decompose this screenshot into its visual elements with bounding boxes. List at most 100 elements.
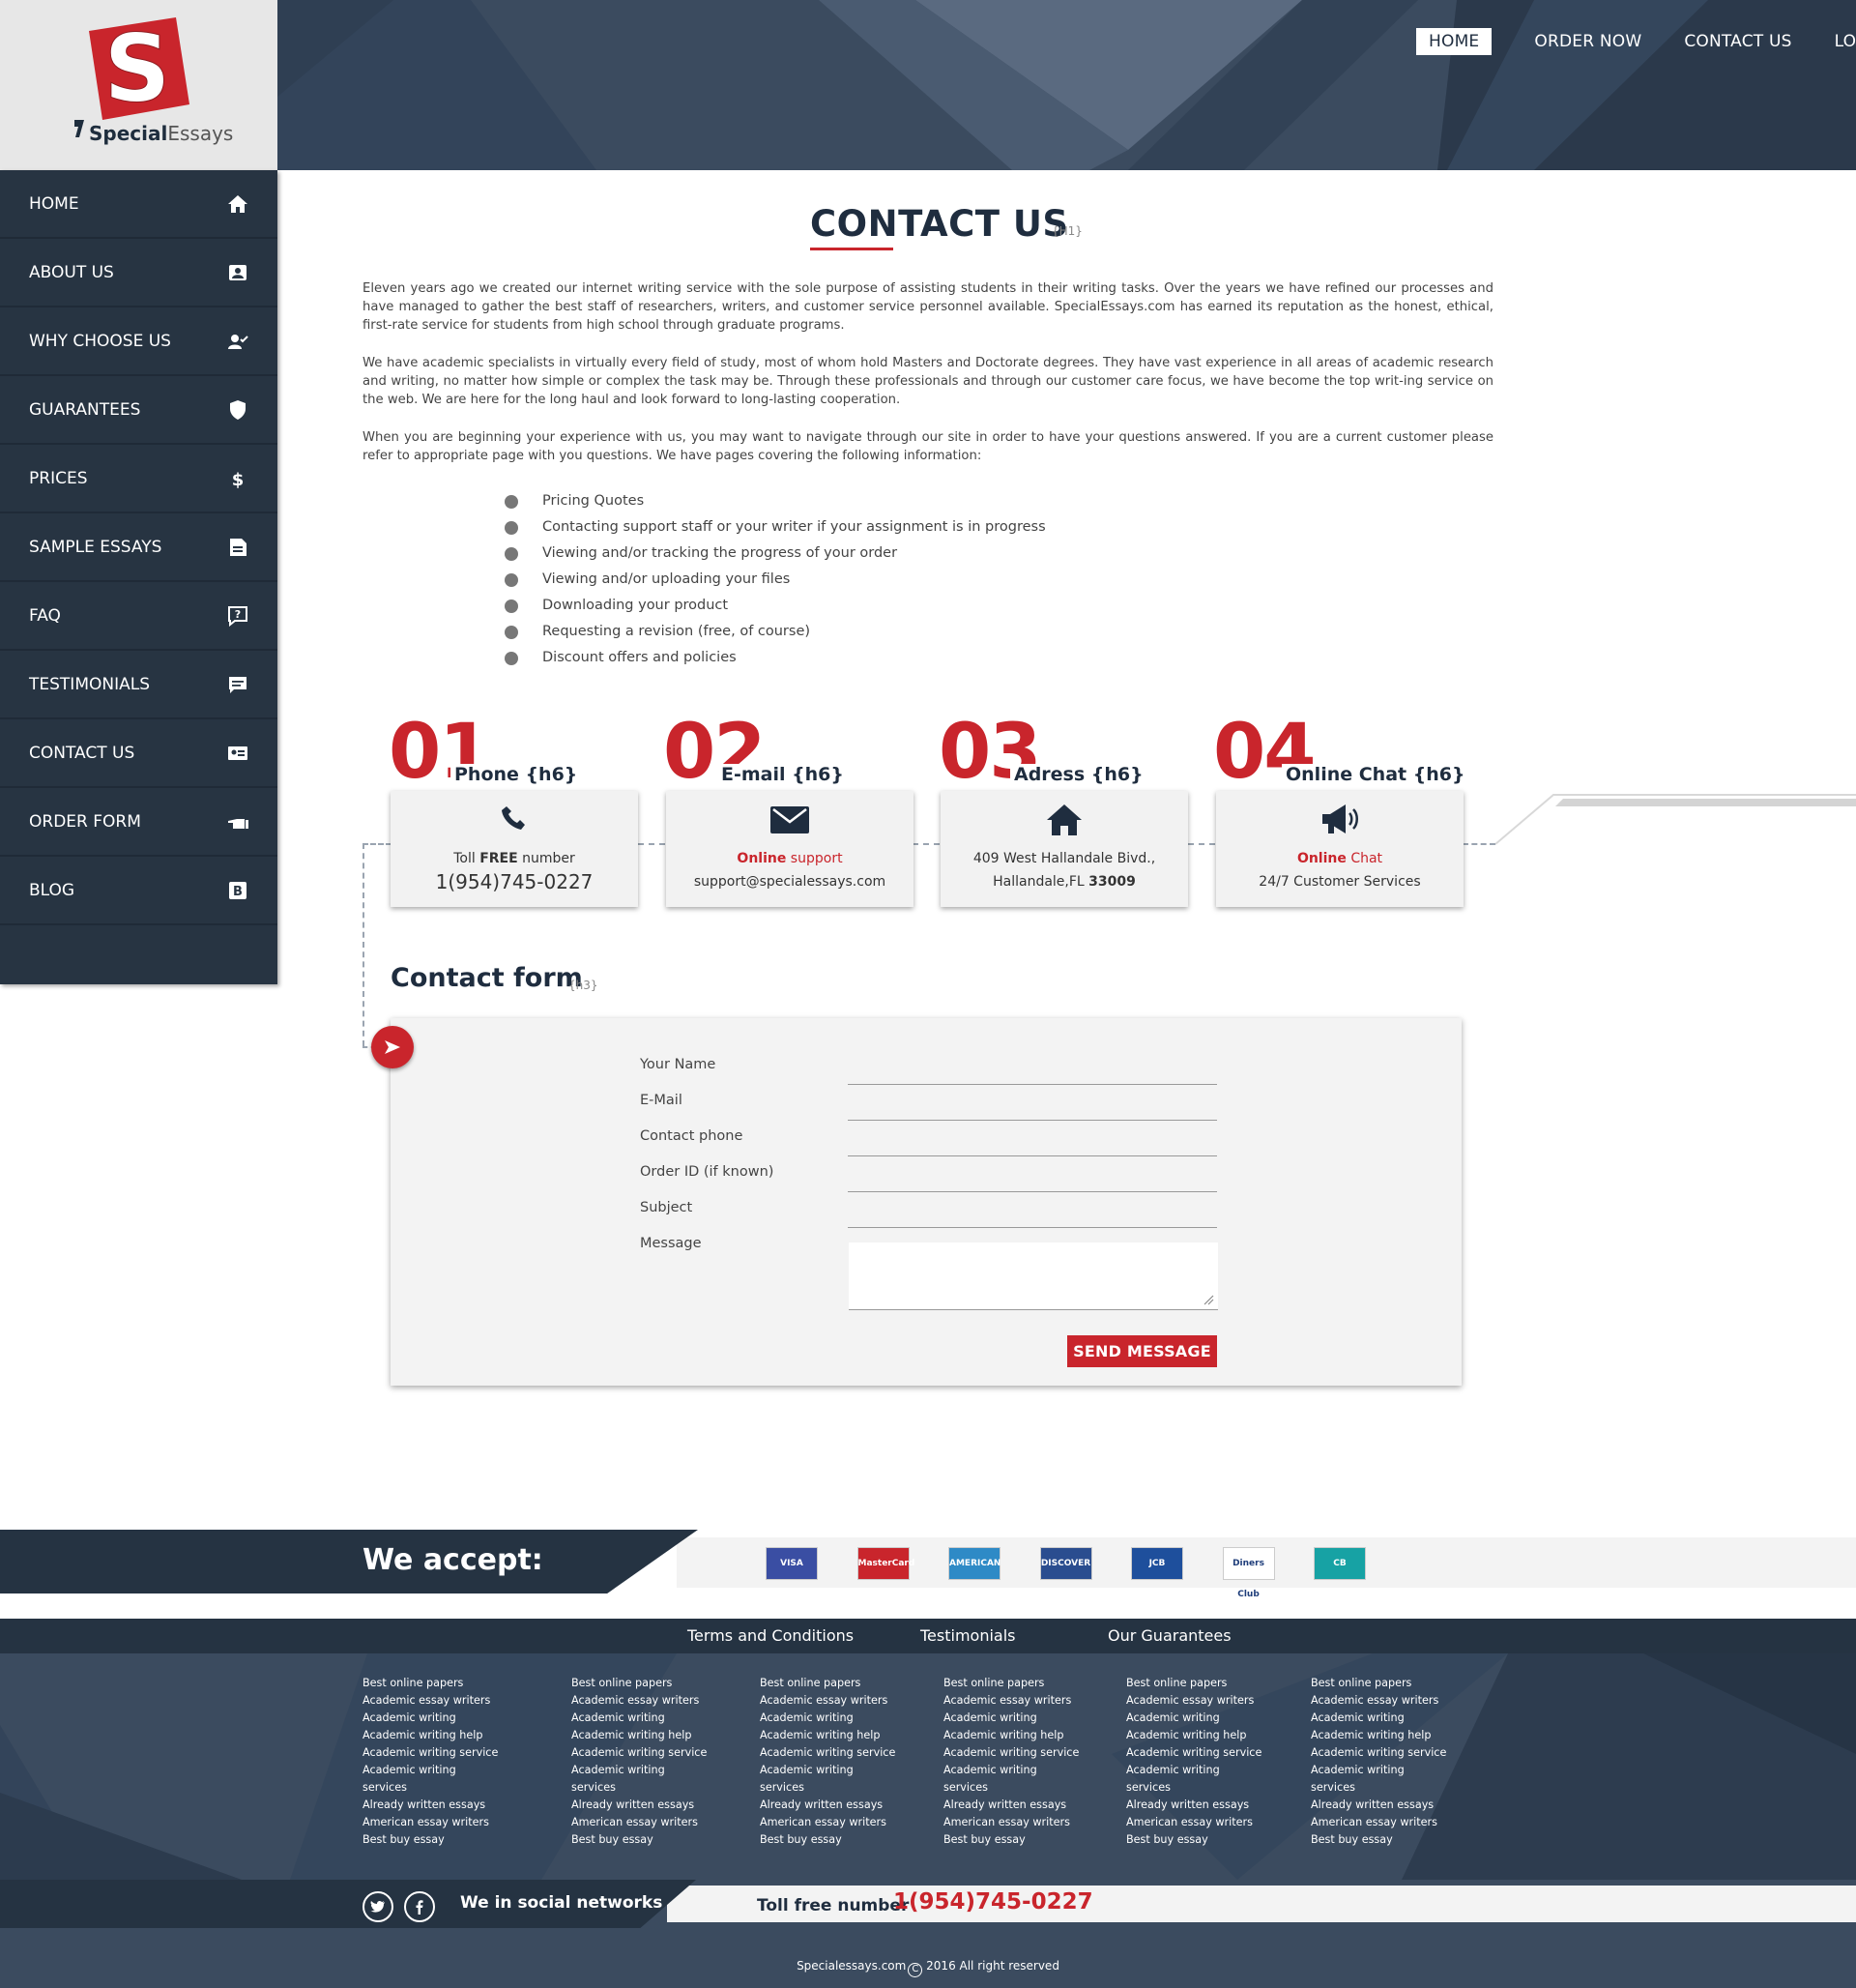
send-message-button[interactable]: SEND MESSAGE: [1067, 1335, 1217, 1367]
footer-link[interactable]: American essay writers: [362, 1814, 498, 1831]
footer-link[interactable]: Academic writing: [760, 1762, 895, 1779]
footer-link[interactable]: Academic essay writers: [1311, 1692, 1446, 1710]
footer-link[interactable]: Academic essay writers: [362, 1692, 498, 1710]
sidebar-item-contact-us[interactable]: CONTACT US: [0, 719, 277, 788]
footer-link[interactable]: Academic writing service: [943, 1744, 1079, 1762]
footer-link[interactable]: Academic writing: [571, 1762, 707, 1779]
footer-column: Best online papers Academic essay writers…: [362, 1675, 498, 1849]
subject-input[interactable]: [848, 1214, 1217, 1228]
footer-link[interactable]: Academic writing help: [760, 1727, 895, 1744]
footer-link[interactable]: Already written essays: [943, 1797, 1079, 1814]
footer-link[interactable]: Academic writing service: [1311, 1744, 1446, 1762]
footer-link[interactable]: services: [760, 1779, 895, 1797]
footer-link[interactable]: services: [1126, 1779, 1262, 1797]
order-id-input[interactable]: [848, 1179, 1217, 1192]
footer-link[interactable]: American essay writers: [760, 1814, 895, 1831]
footer-link[interactable]: Academic writing help: [571, 1727, 707, 1744]
footer-link[interactable]: Academic writing service: [760, 1744, 895, 1762]
footer-link[interactable]: services: [571, 1779, 707, 1797]
footer-link[interactable]: Best buy essay: [1311, 1831, 1446, 1849]
footer-link[interactable]: Best online papers: [362, 1675, 498, 1692]
footer-link[interactable]: Academic writing: [1311, 1762, 1446, 1779]
footer-link[interactable]: services: [943, 1779, 1079, 1797]
footer-link[interactable]: Best online papers: [571, 1675, 707, 1692]
card-line-1: Toll FREE number: [391, 851, 638, 866]
footer-link[interactable]: Already written essays: [362, 1797, 498, 1814]
footer-link[interactable]: Best buy essay: [362, 1831, 498, 1849]
footer-link[interactable]: American essay writers: [1126, 1814, 1262, 1831]
footer-link[interactable]: American essay writers: [1311, 1814, 1446, 1831]
footer-link[interactable]: Academic writing help: [943, 1727, 1079, 1744]
footer-link[interactable]: Academic essay writers: [571, 1692, 707, 1710]
sidebar-item-faq[interactable]: FAQ?: [0, 582, 277, 651]
footer-link[interactable]: Academic writing: [571, 1710, 707, 1727]
email-input[interactable]: [848, 1107, 1217, 1121]
facebook-icon: [416, 1900, 423, 1915]
sidebar-item-home[interactable]: HOME: [0, 170, 277, 239]
card-line-2[interactable]: support@specialessays.com: [666, 874, 914, 890]
footer-link[interactable]: Academic writing: [1126, 1762, 1262, 1779]
footer-link[interactable]: Already written essays: [1311, 1797, 1446, 1814]
sidebar-item-about-us[interactable]: ABOUT US: [0, 239, 277, 307]
footer-link[interactable]: Best online papers: [1311, 1675, 1446, 1692]
footer-link[interactable]: Academic essay writers: [760, 1692, 895, 1710]
footer-link[interactable]: Best online papers: [943, 1675, 1079, 1692]
sidebar-item-order-form[interactable]: ORDER FORM: [0, 788, 277, 857]
card-logo-name: MasterCard: [857, 1559, 915, 1568]
footer-link-testimonials[interactable]: Testimonials: [920, 1626, 1016, 1645]
footer-link[interactable]: Best buy essay: [760, 1831, 895, 1849]
footer-link[interactable]: Academic essay writers: [1126, 1692, 1262, 1710]
twitter-button[interactable]: [362, 1891, 393, 1922]
facebook-button[interactable]: [404, 1891, 435, 1922]
sidebar-item-blog[interactable]: BLOG B: [0, 857, 277, 925]
footer-link[interactable]: Academic essay writers: [943, 1692, 1079, 1710]
footer-link[interactable]: Academic writing service: [571, 1744, 707, 1762]
footer-link[interactable]: Academic writing help: [1126, 1727, 1262, 1744]
footer-link-terms-and-conditions[interactable]: Terms and Conditions: [687, 1626, 854, 1645]
topnav-order-now[interactable]: ORDER NOW: [1534, 32, 1641, 51]
sidebar-item-why-choose-us[interactable]: WHY CHOOSE US: [0, 307, 277, 376]
logo-special: Special: [89, 122, 168, 145]
resize-handle-icon[interactable]: [1203, 1294, 1214, 1305]
footer-link[interactable]: American essay writers: [943, 1814, 1079, 1831]
footer-link[interactable]: Academic writing: [943, 1710, 1079, 1727]
footer-link[interactable]: services: [1311, 1779, 1446, 1797]
footer-link[interactable]: Already written essays: [571, 1797, 707, 1814]
topnav-home[interactable]: HOME: [1416, 28, 1493, 55]
footer-link[interactable]: Best online papers: [1126, 1675, 1262, 1692]
footer-link[interactable]: Best buy essay: [571, 1831, 707, 1849]
footer-link[interactable]: Best buy essay: [943, 1831, 1079, 1849]
footer-link[interactable]: services: [362, 1779, 498, 1797]
footer-link[interactable]: Academic writing help: [362, 1727, 498, 1744]
footer-link[interactable]: Academic writing help: [1311, 1727, 1446, 1744]
footer-link[interactable]: Academic writing: [1311, 1710, 1446, 1727]
phone-input[interactable]: [848, 1143, 1217, 1156]
card-logo-name: AMERICAN EXPRESS: [949, 1559, 1001, 1599]
logo[interactable]: S SpecialEssays: [0, 0, 277, 170]
sidebar-item-label: ABOUT US: [29, 262, 114, 282]
footer-link-our-guarantees[interactable]: Our Guarantees: [1108, 1626, 1232, 1645]
footer-link[interactable]: Academic writing service: [1126, 1744, 1262, 1762]
footer-link[interactable]: Already written essays: [760, 1797, 895, 1814]
footer-link[interactable]: Academic writing: [760, 1710, 895, 1727]
toll-free-number[interactable]: 1(954)745-0227: [893, 1889, 1093, 1915]
footer-link[interactable]: Best buy essay: [1126, 1831, 1262, 1849]
message-textarea[interactable]: [849, 1242, 1218, 1310]
topnav-contact-us[interactable]: CONTACT US: [1684, 32, 1791, 51]
sidebar-item-testimonials[interactable]: TESTIMONIALS: [0, 651, 277, 719]
footer-link[interactable]: Academic writing: [362, 1762, 498, 1779]
sidebar-item-prices[interactable]: PRICES $: [0, 445, 277, 513]
footer-link[interactable]: Best online papers: [760, 1675, 895, 1692]
footer-link[interactable]: Academic writing: [362, 1710, 498, 1727]
topnav-login[interactable]: LOGIN: [1835, 32, 1856, 51]
footer-link[interactable]: Academic writing service: [362, 1744, 498, 1762]
footer-link[interactable]: Academic writing: [943, 1762, 1079, 1779]
footer-link[interactable]: Academic writing: [1126, 1710, 1262, 1727]
card-line-2[interactable]: 1(954)745-0227: [391, 870, 638, 893]
footer-link[interactable]: Already written essays: [1126, 1797, 1262, 1814]
sidebar-item-guarantees[interactable]: GUARANTEES: [0, 376, 277, 445]
name-input[interactable]: [848, 1071, 1217, 1085]
footer-link[interactable]: American essay writers: [571, 1814, 707, 1831]
intro-paragraph-1: Eleven years ago we created our internet…: [362, 281, 1494, 333]
sidebar-item-sample-essays[interactable]: SAMPLE ESSAYS: [0, 513, 277, 582]
